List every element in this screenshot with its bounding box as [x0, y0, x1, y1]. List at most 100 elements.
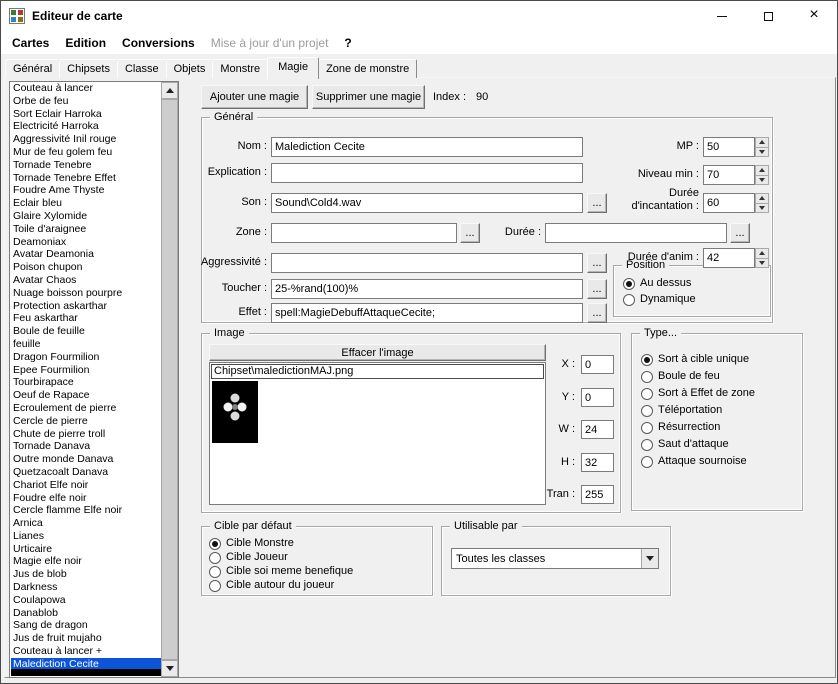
spell-list-item[interactable]: Avatar Deamonia — [11, 248, 162, 261]
spell-list-item[interactable]: Lianes — [11, 530, 162, 543]
anim-spin-down-button[interactable] — [755, 259, 769, 269]
zone-browse-button[interactable]: ... — [460, 223, 480, 243]
tran-input[interactable] — [581, 485, 614, 504]
x-input[interactable] — [581, 355, 614, 374]
tab[interactable]: Magie — [267, 57, 319, 79]
maximize-button[interactable] — [745, 1, 791, 31]
target-option[interactable]: Cible Joueur — [209, 551, 353, 564]
type-option[interactable]: Saut d'attaque — [641, 438, 755, 451]
scroll-down-button[interactable] — [161, 660, 178, 677]
spell-list-item[interactable]: Feu askarthar — [11, 312, 162, 325]
spell-list-item[interactable]: Sang de dragon — [11, 619, 162, 632]
spell-list-item[interactable]: Nuage boisson pourpre — [11, 287, 162, 300]
w-input[interactable] — [581, 420, 614, 439]
effect-browse-button[interactable]: ... — [587, 303, 607, 323]
mp-spin-up-button[interactable] — [755, 137, 769, 148]
spell-list-item[interactable]: Protection askarthar — [11, 300, 162, 313]
spell-list-item[interactable]: Danablob — [11, 607, 162, 620]
scroll-thumb[interactable] — [161, 99, 178, 660]
close-button[interactable]: × — [791, 1, 837, 31]
chipset-file-item[interactable]: Chipset\maledictionMAJ.png — [211, 364, 544, 379]
spell-list-item[interactable]: Ecroulement de pierre — [11, 402, 162, 415]
spell-list-item[interactable]: Glaire Xylomide — [11, 210, 162, 223]
incantation-input[interactable] — [703, 193, 755, 213]
spell-list-item[interactable]: Cercle flamme Elfe noir — [11, 504, 162, 517]
aggressivity-browse-button[interactable]: ... — [587, 253, 607, 273]
type-option[interactable]: Téléportation — [641, 404, 755, 417]
type-option[interactable]: Résurrection — [641, 421, 755, 434]
clear-image-button[interactable]: Effacer l'image — [209, 344, 546, 361]
spell-list-item[interactable]: Foudre Ame Thyste — [11, 184, 162, 197]
min-level-input[interactable] — [703, 165, 755, 185]
spell-list-item[interactable]: Electricité Harroka — [11, 120, 162, 133]
target-option[interactable]: Cible soi meme benefique — [209, 565, 353, 578]
spell-list-item[interactable]: Oeuf de Rapace — [11, 389, 162, 402]
minimize-button[interactable] — [699, 1, 745, 31]
type-option[interactable]: Sort à cible unique — [641, 353, 755, 366]
menu-item[interactable]: Mise à jour d'un projet — [203, 33, 337, 53]
h-input[interactable] — [581, 453, 614, 472]
spell-list-item[interactable]: Mur de feu golem feu — [11, 146, 162, 159]
effect-input[interactable] — [271, 303, 583, 323]
spell-list-item[interactable]: Couteau à lancer + — [11, 645, 162, 658]
tab[interactable]: Monstre — [212, 59, 268, 78]
duration-browse-button[interactable]: ... — [730, 223, 750, 243]
spell-list-item[interactable]: Cercle de pierre — [11, 415, 162, 428]
spell-list-item[interactable]: Outre monde Danava — [11, 453, 162, 466]
type-option[interactable]: Boule de feu — [641, 370, 755, 383]
menu-item[interactable]: Edition — [57, 33, 114, 53]
zone-input[interactable] — [271, 223, 457, 243]
tab[interactable]: Chipsets — [59, 59, 118, 78]
remove-magic-button[interactable]: Supprimer une magie — [312, 85, 425, 109]
spell-list-item[interactable]: feuille — [11, 338, 162, 351]
scroll-up-button[interactable] — [161, 82, 178, 99]
mp-spin-down-button[interactable] — [755, 148, 769, 158]
spell-list-item[interactable]: Coulapowa — [11, 594, 162, 607]
position-option[interactable]: Dynamique — [623, 293, 696, 306]
list-scrollbar[interactable] — [161, 82, 178, 677]
spell-list-item[interactable]: Tornade Danava — [11, 440, 162, 453]
touch-input[interactable] — [271, 279, 583, 299]
spell-list-item[interactable]: Epee Fourmilion — [11, 364, 162, 377]
spell-list-item[interactable]: Tornade Tenebre — [11, 159, 162, 172]
min-level-spin-down-button[interactable] — [755, 176, 769, 186]
anim-spin-up-button[interactable] — [755, 248, 769, 259]
spell-list-item[interactable]: Arnica — [11, 517, 162, 530]
spell-list-item[interactable]: Darkness — [11, 581, 162, 594]
spell-list-item[interactable]: Foudre elfe noir — [11, 492, 162, 505]
menu-item[interactable]: Conversions — [114, 33, 203, 53]
spell-list-item[interactable]: Poison chupon — [11, 261, 162, 274]
spell-list-item[interactable]: Magie elfe noir — [11, 555, 162, 568]
spell-list-item[interactable]: Quetzacoalt Danava — [11, 466, 162, 479]
explanation-input[interactable] — [271, 163, 583, 183]
tab[interactable]: Général — [5, 59, 60, 78]
incantation-spin-down-button[interactable] — [755, 204, 769, 214]
target-option[interactable]: Cible Monstre — [209, 537, 353, 550]
name-input[interactable] — [271, 137, 583, 157]
spell-list-item[interactable]: Jus de fruit mujaho — [11, 632, 162, 645]
duration-input[interactable] — [545, 223, 727, 243]
dropdown-button[interactable] — [641, 549, 658, 568]
menu-item[interactable]: ? — [336, 33, 359, 53]
spell-list-item[interactable]: Deamoniax — [11, 236, 162, 249]
spell-list-item[interactable]: Urticaire — [11, 543, 162, 556]
sound-browse-button[interactable]: ... — [587, 193, 607, 213]
spell-list-item[interactable]: Tourbirapace — [11, 376, 162, 389]
menu-item[interactable]: Cartes — [4, 33, 57, 53]
usable-by-select[interactable]: Toutes les classes — [451, 548, 659, 569]
type-option[interactable]: Attaque sournoise — [641, 455, 755, 468]
spell-list-item[interactable]: Chute de pierre troll — [11, 428, 162, 441]
spell-list-item[interactable]: Avatar Chaos — [11, 274, 162, 287]
spell-list-item[interactable]: Dragon Fourmilion — [11, 351, 162, 364]
spell-list-item[interactable]: Tornade Tenebre Effet — [11, 172, 162, 185]
spell-list-item[interactable]: Aggressivité Inil rouge — [11, 133, 162, 146]
touch-browse-button[interactable]: ... — [587, 279, 607, 299]
spell-list-item[interactable]: Couteau à lancer — [11, 82, 162, 95]
y-input[interactable] — [581, 388, 614, 407]
spell-list-item[interactable]: Toile d'araignee — [11, 223, 162, 236]
tab[interactable]: Zone de monstre — [318, 59, 417, 78]
spell-list-item[interactable]: Boule de feuille — [11, 325, 162, 338]
type-option[interactable]: Sort à Effet de zone — [641, 387, 755, 400]
spell-list-item[interactable]: Chariot Elfe noir — [11, 479, 162, 492]
tab[interactable]: Classe — [117, 59, 167, 78]
